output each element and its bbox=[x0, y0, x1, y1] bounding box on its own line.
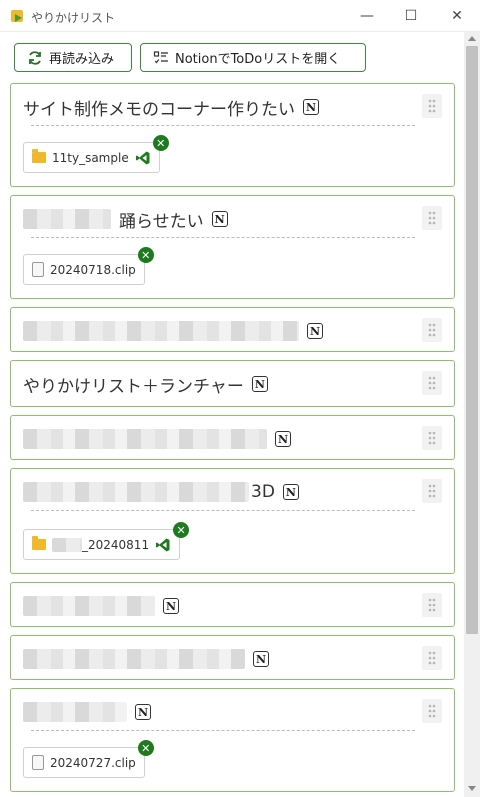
attachment-name: 20240718.clip bbox=[50, 262, 136, 277]
notion-icon[interactable]: N bbox=[275, 431, 291, 447]
drag-handle-icon[interactable] bbox=[422, 94, 442, 118]
drag-handle-icon[interactable] bbox=[422, 426, 442, 450]
open-notion-todo-button[interactable]: NotionでToDoリストを開く bbox=[140, 43, 366, 72]
divider bbox=[31, 125, 415, 126]
title-bar: やりかけリスト — ☐ ✕ bbox=[0, 0, 480, 32]
clip-file-icon bbox=[32, 262, 44, 277]
redacted-text bbox=[23, 702, 127, 722]
maximize-button[interactable]: ☐ bbox=[396, 4, 426, 28]
scroll-up-icon[interactable] bbox=[468, 36, 476, 41]
scroll-down-icon[interactable] bbox=[468, 786, 476, 791]
attachment-chip[interactable]: _20240811 ✕ bbox=[23, 522, 190, 560]
redacted-text bbox=[23, 596, 155, 616]
list-item[interactable]: N bbox=[10, 582, 455, 627]
list-item[interactable]: サイト制作メモのコーナー作りたい N 11ty_sample ✕ bbox=[10, 83, 455, 187]
reload-label: 再読み込み bbox=[49, 52, 115, 67]
notion-icon[interactable]: N bbox=[303, 99, 319, 115]
item-title: 踊らせたい bbox=[119, 211, 204, 232]
divider bbox=[31, 510, 415, 511]
reload-button[interactable]: 再読み込み bbox=[14, 43, 132, 72]
vscode-icon[interactable] bbox=[155, 537, 171, 553]
list-item[interactable]: 3D N _20240811 ✕ bbox=[10, 468, 455, 574]
window-title: やりかけリスト bbox=[31, 11, 116, 25]
redacted-text bbox=[23, 321, 299, 341]
drag-handle-icon[interactable] bbox=[422, 318, 442, 342]
item-title: やりかけリスト＋ランチャー bbox=[23, 376, 244, 397]
item-title: 3D bbox=[251, 482, 275, 502]
item-title: サイト制作メモのコーナー作りたい bbox=[23, 99, 295, 120]
remove-attachment-icon[interactable]: ✕ bbox=[137, 247, 154, 263]
drag-handle-icon[interactable] bbox=[422, 646, 442, 670]
drag-handle-icon[interactable] bbox=[422, 371, 442, 395]
attachment-chip[interactable]: 11ty_sample ✕ bbox=[23, 135, 169, 173]
attachment-name: _20240811 bbox=[82, 537, 150, 552]
vscode-icon[interactable] bbox=[135, 150, 151, 166]
redacted-text bbox=[23, 482, 249, 502]
notion-icon[interactable]: N bbox=[163, 598, 179, 614]
list-item[interactable]: N bbox=[10, 307, 455, 352]
refresh-icon bbox=[29, 50, 41, 65]
list-item[interactable]: N 20240727.clip ✕ bbox=[10, 688, 455, 792]
drag-handle-icon[interactable] bbox=[422, 206, 442, 230]
list-item[interactable]: 踊らせたい N 20240718.clip ✕ bbox=[10, 195, 455, 299]
drag-handle-icon[interactable] bbox=[422, 699, 442, 723]
vertical-scrollbar[interactable] bbox=[464, 32, 480, 797]
list-item[interactable]: N bbox=[10, 415, 455, 460]
close-button[interactable]: ✕ bbox=[442, 4, 472, 28]
notion-icon[interactable]: N bbox=[253, 651, 269, 667]
folder-icon bbox=[32, 149, 46, 163]
list-item[interactable]: やりかけリスト＋ランチャー N bbox=[10, 360, 455, 407]
remove-attachment-icon[interactable]: ✕ bbox=[152, 135, 169, 151]
remove-attachment-icon[interactable]: ✕ bbox=[173, 522, 190, 538]
todo-list: サイト制作メモのコーナー作りたい N 11ty_sample ✕ 踊らせたい N bbox=[0, 80, 464, 797]
divider bbox=[31, 730, 415, 731]
attachment-chip[interactable]: 20240727.clip ✕ bbox=[23, 740, 154, 778]
notion-icon[interactable]: N bbox=[307, 323, 323, 339]
drag-handle-icon[interactable] bbox=[422, 593, 442, 617]
clip-file-icon bbox=[32, 755, 44, 770]
folder-icon bbox=[32, 536, 46, 550]
checklist-icon bbox=[153, 50, 168, 63]
open-notion-label: NotionでToDoリストを開く bbox=[175, 52, 341, 67]
notion-icon[interactable]: N bbox=[251, 376, 268, 392]
notion-icon[interactable]: N bbox=[211, 211, 228, 227]
attachment-name: 20240727.clip bbox=[50, 755, 136, 770]
notion-icon[interactable]: N bbox=[135, 704, 151, 720]
attachment-chip[interactable]: 20240718.clip ✕ bbox=[23, 247, 154, 285]
divider bbox=[31, 237, 415, 238]
notion-icon[interactable]: N bbox=[282, 484, 299, 500]
redacted-text bbox=[23, 209, 111, 229]
list-item[interactable]: N bbox=[10, 635, 455, 680]
attachment-name: 11ty_sample bbox=[52, 150, 129, 165]
app-icon bbox=[11, 10, 23, 22]
drag-handle-icon[interactable] bbox=[422, 479, 442, 503]
minimize-button[interactable]: — bbox=[352, 4, 382, 28]
scroll-thumb[interactable] bbox=[466, 46, 478, 634]
redacted-text bbox=[23, 429, 267, 449]
redacted-text bbox=[52, 537, 82, 552]
redacted-text bbox=[23, 649, 245, 669]
remove-attachment-icon[interactable]: ✕ bbox=[137, 740, 154, 756]
